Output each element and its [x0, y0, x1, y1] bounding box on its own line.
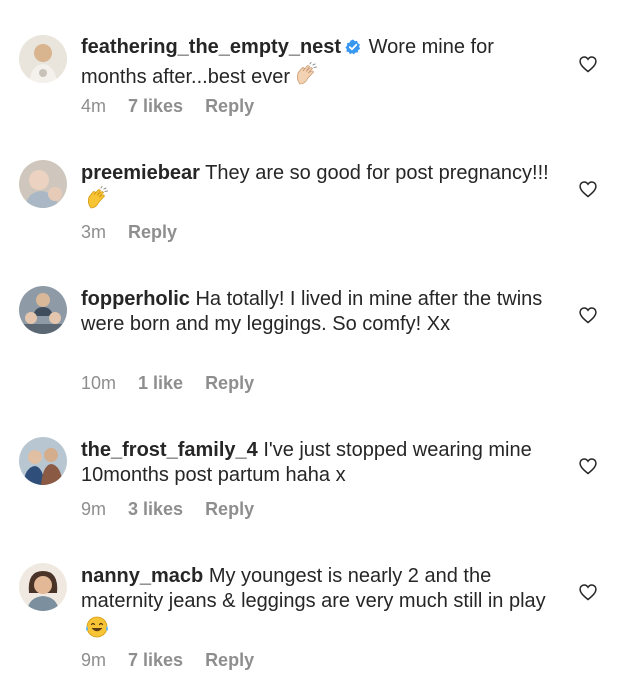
avatar[interactable]	[19, 286, 67, 334]
comment-time: 4m	[81, 96, 107, 116]
likes-count[interactable]: 7 likes	[128, 650, 183, 670]
avatar[interactable]	[19, 563, 67, 611]
comment-text: preemiebear They are so good for post pr…	[81, 161, 551, 219]
comment-text: fopperholic Ha totally! I lived in mine …	[81, 287, 551, 337]
heart-icon[interactable]	[578, 179, 598, 199]
comment-message: They are so good for post pregnancy!!!	[205, 162, 549, 184]
verified-badge-icon	[345, 37, 361, 62]
avatar[interactable]	[19, 437, 67, 485]
avatar[interactable]	[19, 35, 67, 83]
reply-button[interactable]: Reply	[205, 96, 254, 116]
clapping-hands-icon	[293, 62, 319, 95]
heart-icon[interactable]	[578, 582, 598, 602]
username[interactable]: nanny_macb	[81, 565, 203, 587]
avatar[interactable]	[19, 160, 67, 208]
heart-icon[interactable]	[578, 54, 598, 74]
username[interactable]: the_frost_family_4	[81, 439, 258, 461]
comment-time: 10m	[81, 373, 117, 393]
username[interactable]: feathering_the_empty_nest	[81, 36, 341, 58]
comment-meta: 10m 1 like Reply	[81, 373, 276, 394]
comment-meta: 9m 7 likes Reply	[81, 650, 276, 671]
comment-time: 9m	[81, 650, 107, 670]
comment-text: nanny_macb My youngest is nearly 2 and t…	[81, 564, 551, 647]
likes-count[interactable]: 3 likes	[128, 499, 183, 519]
comment-text: feathering_the_empty_nest Wore mine for …	[81, 35, 551, 95]
comment-meta: 4m 7 likes Reply	[81, 96, 276, 117]
heart-icon[interactable]	[578, 456, 598, 476]
comment-time: 3m	[81, 222, 107, 242]
reply-button[interactable]: Reply	[205, 650, 254, 670]
comment-text: the_frost_family_4 I've just stopped wea…	[81, 438, 551, 488]
likes-count[interactable]: 1 like	[138, 373, 183, 393]
comment-meta: 9m 3 likes Reply	[81, 499, 276, 520]
likes-count[interactable]: 7 likes	[128, 96, 183, 116]
tears-of-joy-icon	[84, 614, 110, 647]
reply-button[interactable]: Reply	[128, 222, 177, 242]
username[interactable]: fopperholic	[81, 288, 190, 310]
comment-time: 9m	[81, 499, 107, 519]
reply-button[interactable]: Reply	[205, 373, 254, 393]
username[interactable]: preemiebear	[81, 162, 200, 184]
comment-meta: 3m Reply	[81, 222, 199, 243]
heart-icon[interactable]	[578, 305, 598, 325]
reply-button[interactable]: Reply	[205, 499, 254, 519]
clapping-hands-icon	[84, 186, 110, 219]
